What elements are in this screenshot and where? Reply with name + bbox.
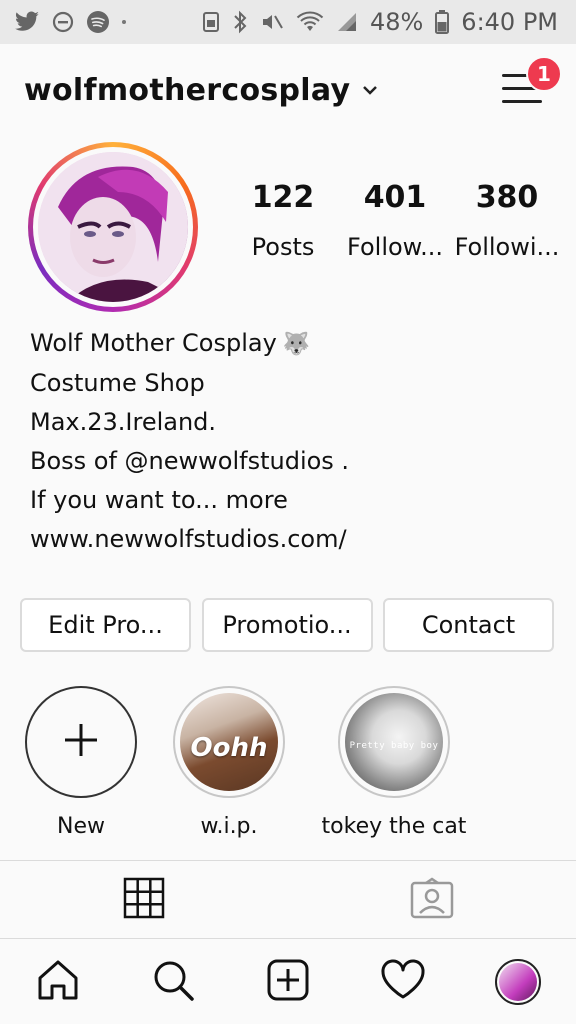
- status-bar: 48% 6:40 PM: [0, 0, 576, 44]
- bio-category: Costume Shop: [30, 369, 205, 397]
- new-highlight-button[interactable]: [25, 686, 137, 798]
- bio-line: Boss of @newwolfstudios .: [30, 442, 550, 481]
- edit-profile-button[interactable]: Edit Pro...: [20, 598, 191, 652]
- profile-bio: Wolf Mother Cosplay 🐺 Costume Shop Max.23…: [30, 324, 550, 559]
- wifi-icon: [296, 11, 324, 33]
- more-link[interactable]: more: [226, 486, 288, 514]
- highlight-caption: Pretty baby boy: [349, 741, 439, 751]
- bio-truncated-line: If you want to... more: [30, 481, 550, 520]
- clock: 6:40 PM: [461, 8, 558, 36]
- spotify-icon: [86, 10, 110, 34]
- status-right: 48% 6:40 PM: [202, 8, 558, 36]
- grid-icon: [123, 877, 165, 923]
- stat-label: Followi...: [454, 233, 560, 261]
- highlight-label: tokey the cat: [321, 814, 467, 839]
- stat-posts[interactable]: 122 Posts: [230, 180, 336, 261]
- website-link[interactable]: www.newwolfstudios.com/: [30, 520, 550, 559]
- profile-actions: Edit Pro... Promotio... Contact: [20, 598, 554, 652]
- highlight-label: w.i.p.: [200, 814, 258, 839]
- heart-icon: [380, 959, 426, 1005]
- highlight-cover: Pretty baby boy: [345, 693, 443, 791]
- profile-tabs: [0, 860, 576, 938]
- bluetooth-icon: [232, 10, 248, 34]
- profile-stats: 122 Posts 401 Follow... 380 Followi...: [230, 180, 560, 261]
- tab-grid[interactable]: [0, 861, 288, 938]
- search-icon: [151, 958, 195, 1006]
- profile-avatar-image: [499, 962, 538, 1001]
- nav-home[interactable]: [28, 952, 88, 1012]
- twitter-icon: [14, 11, 40, 33]
- stat-label: Posts: [251, 233, 315, 261]
- highlight-tokey-the-cat[interactable]: Pretty baby boy tokey the cat: [314, 686, 474, 846]
- highlight-label: New: [57, 814, 105, 839]
- stat-label: Follow...: [347, 233, 443, 261]
- plus-icon: [63, 722, 99, 762]
- profile-avatar-ring[interactable]: [28, 142, 198, 312]
- highlight-new[interactable]: New: [18, 686, 144, 846]
- wolf-emoji: 🐺: [282, 332, 311, 357]
- username-switcher[interactable]: wolfmothercosplay: [24, 73, 350, 108]
- stat-following[interactable]: 380 Followi...: [454, 180, 560, 261]
- contact-button[interactable]: Contact: [383, 598, 554, 652]
- mute-icon: [260, 11, 284, 33]
- signal-icon: [336, 11, 358, 33]
- highlight-cover: Oohh: [180, 693, 278, 791]
- highlight-caption: Oohh: [190, 733, 268, 763]
- chevron-down-icon[interactable]: [362, 84, 378, 96]
- avatar-frame: [33, 147, 193, 307]
- menu-line: [502, 99, 542, 103]
- stat-value: 401: [363, 180, 427, 215]
- home-icon: [36, 958, 80, 1006]
- notification-badge: 1: [526, 56, 562, 92]
- add-icon: [266, 958, 310, 1006]
- profile-header: wolfmothercosplay 1: [0, 44, 576, 136]
- profile-avatar: [495, 958, 542, 1005]
- battery-percent: 48%: [369, 8, 424, 36]
- stat-value: 380: [475, 180, 539, 215]
- bio-line: Max.23.Ireland.: [30, 408, 217, 436]
- highlight-cover-frame: Pretty baby boy: [338, 686, 450, 798]
- bio-truncated-text: If you want to...: [30, 486, 219, 514]
- stat-value: 122: [251, 180, 315, 215]
- nav-add[interactable]: [258, 952, 318, 1012]
- story-highlights: New Oohh w.i.p. Pretty baby boy tokey th…: [18, 686, 558, 846]
- bio-mention-line[interactable]: Boss of @newwolfstudios .: [30, 447, 349, 475]
- nav-activity[interactable]: [373, 952, 433, 1012]
- nav-profile[interactable]: [488, 952, 548, 1012]
- highlight-cover-frame: Oohh: [173, 686, 285, 798]
- battery-icon: [435, 10, 450, 34]
- avatar: [38, 152, 188, 302]
- highlight-wip[interactable]: Oohh w.i.p.: [166, 686, 292, 846]
- bottom-navigation: [0, 938, 576, 1024]
- nav-search[interactable]: [143, 952, 203, 1012]
- android-icon: [202, 11, 220, 33]
- tagged-icon: [410, 876, 454, 923]
- status-left: [14, 10, 126, 34]
- do-not-disturb-icon: [52, 11, 74, 33]
- status-dot: [122, 20, 126, 24]
- display-name: Wolf Mother Cosplay: [30, 329, 277, 357]
- stat-followers[interactable]: 401 Follow...: [342, 180, 448, 261]
- promotions-button[interactable]: Promotio...: [201, 598, 373, 652]
- tab-tagged[interactable]: [288, 861, 576, 938]
- bio-name-line: Wolf Mother Cosplay 🐺: [30, 324, 550, 364]
